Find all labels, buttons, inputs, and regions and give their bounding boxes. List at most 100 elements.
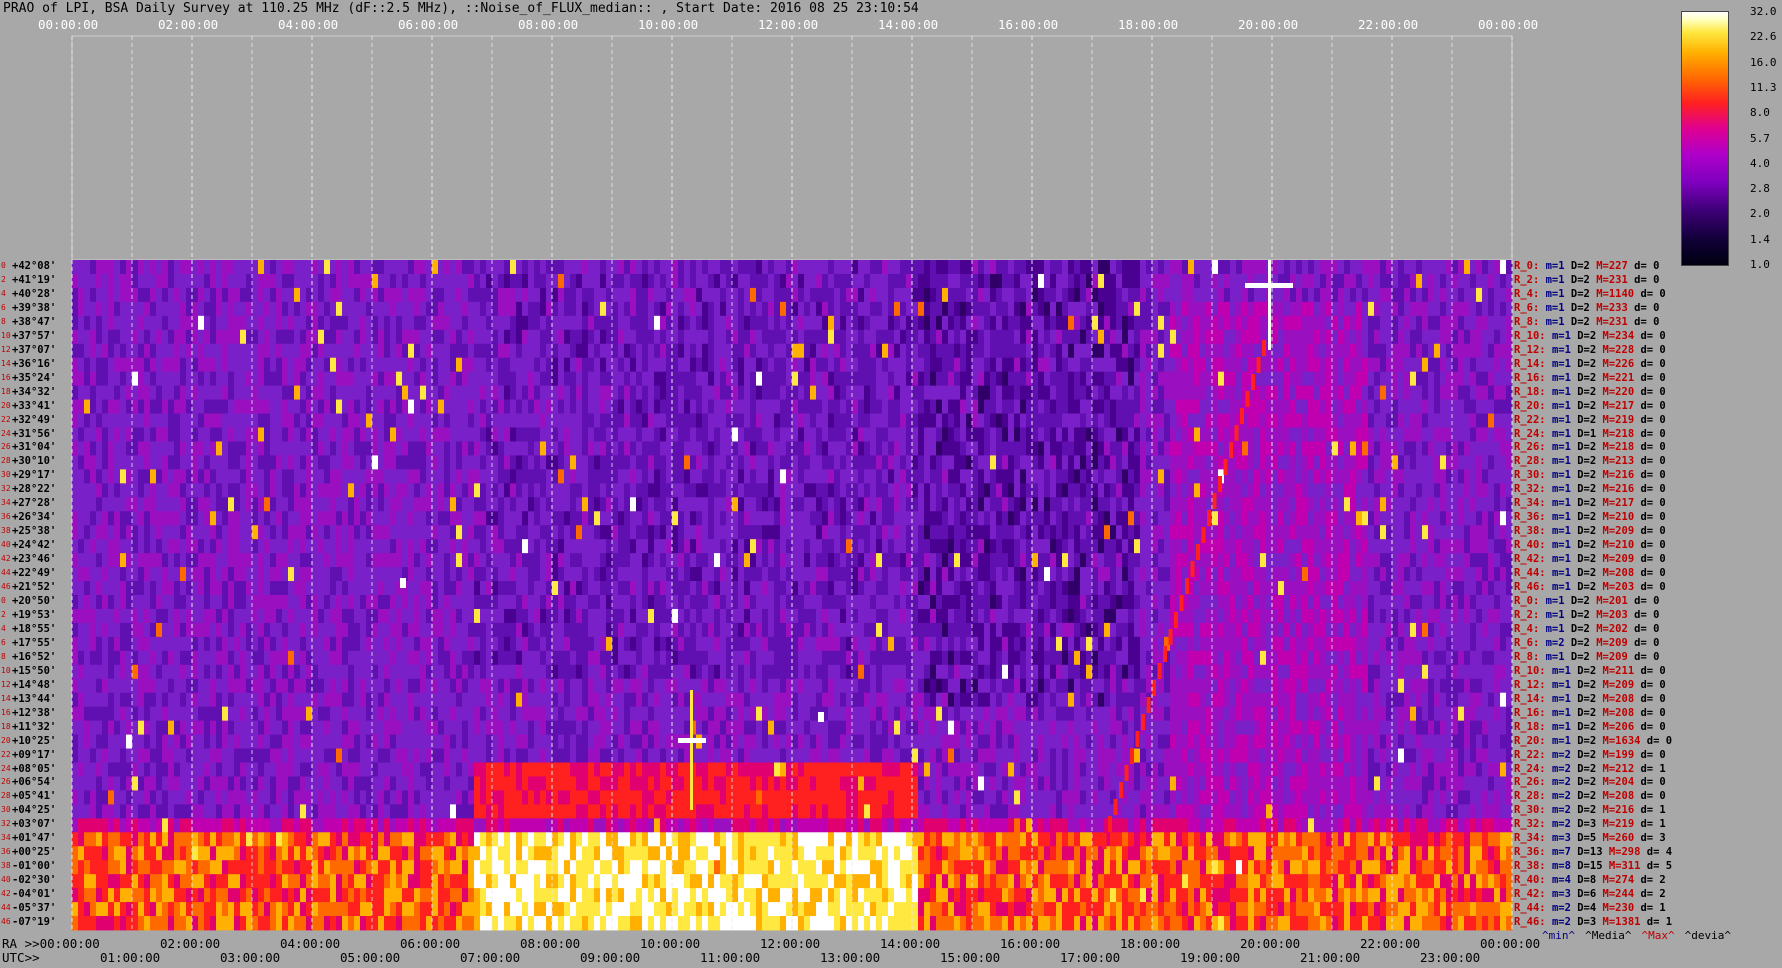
heatmap-cell <box>210 329 217 345</box>
heatmap-cell <box>264 483 271 498</box>
heatmap-cell <box>876 441 883 456</box>
heatmap-cell <box>606 525 613 540</box>
heatmap-cell <box>252 371 259 387</box>
heatmap-cell <box>1296 511 1303 526</box>
heatmap-cell <box>138 455 145 470</box>
heatmap-cell <box>972 287 979 303</box>
heatmap-cell <box>660 273 667 289</box>
heatmap-cell <box>786 455 793 470</box>
heatmap-cell <box>1284 301 1291 317</box>
heatmap-cell <box>306 441 313 456</box>
heatmap-cell <box>864 273 871 289</box>
heatmap-cell <box>1452 287 1459 303</box>
heatmap-cell <box>168 385 175 400</box>
heatmap-cell <box>366 315 373 331</box>
heatmap-cell <box>1224 511 1231 526</box>
heatmap-cell <box>996 539 1003 554</box>
heatmap-cell <box>1194 469 1201 484</box>
heatmap-cell <box>1002 525 1009 540</box>
heatmap-cell <box>918 413 925 428</box>
heatmap-cell <box>786 343 793 359</box>
heatmap-cell <box>756 357 763 373</box>
heatmap-cell <box>954 385 961 400</box>
heatmap-cell <box>1176 357 1183 373</box>
heatmap-cell <box>840 511 847 526</box>
heatmap-cell <box>684 497 691 512</box>
heatmap-cell <box>756 385 763 400</box>
heatmap-cell <box>1278 385 1285 400</box>
heatmap-cell <box>732 539 739 554</box>
heatmap-cell <box>1344 455 1351 470</box>
heatmap-cell <box>714 455 721 470</box>
heatmap-cell <box>876 455 883 470</box>
heatmap-cell <box>300 511 307 526</box>
heatmap-cell <box>888 427 895 442</box>
heatmap-cell <box>1020 315 1027 331</box>
heatmap-cell <box>366 301 373 317</box>
heatmap-cell <box>744 497 751 512</box>
heatmap-cell <box>1074 427 1081 442</box>
heatmap-cell <box>1128 371 1135 387</box>
heatmap-cell <box>1296 455 1303 470</box>
heatmap-cell <box>966 511 973 526</box>
heatmap-cell <box>774 497 781 512</box>
heatmap-cell <box>576 371 583 387</box>
heatmap-cell <box>1182 399 1189 414</box>
heatmap-cell <box>1116 329 1123 345</box>
heatmap-cell <box>588 525 595 540</box>
heatmap-cell <box>1278 497 1285 512</box>
heatmap-cell <box>420 413 427 428</box>
heatmap-cell <box>510 385 517 400</box>
heatmap-cell <box>1152 427 1159 442</box>
heatmap-cell <box>552 301 559 317</box>
heatmap-cell <box>882 371 889 387</box>
heatmap-cell <box>444 287 451 303</box>
heatmap-cell <box>1428 441 1435 456</box>
heatmap-cell <box>756 413 763 428</box>
heatmap-cell <box>216 343 223 359</box>
heatmap-cell <box>204 315 211 331</box>
heatmap-cell <box>966 343 973 359</box>
heatmap-cell <box>378 343 385 359</box>
heatmap-cell <box>1230 371 1237 387</box>
heatmap-cell <box>564 329 571 345</box>
heatmap-cell <box>1020 329 1027 345</box>
heatmap-cell <box>708 371 715 387</box>
heatmap-cell <box>228 497 235 512</box>
heatmap-cell <box>378 399 385 414</box>
heatmap-cell <box>1038 399 1045 414</box>
heatmap-cell <box>1098 483 1105 498</box>
heatmap-cell <box>492 483 499 498</box>
heatmap-cell <box>342 539 349 554</box>
heatmap-cell <box>1212 287 1219 303</box>
heatmap-cell <box>708 525 715 540</box>
heatmap-cell <box>774 413 781 428</box>
heatmap-cell <box>942 525 949 540</box>
heatmap-cell <box>1098 260 1105 275</box>
heatmap-cell <box>1098 329 1105 345</box>
heatmap-cell <box>102 329 109 345</box>
heatmap-cell <box>480 301 487 317</box>
heatmap-cell <box>912 469 919 484</box>
heatmap-cell <box>1170 539 1177 554</box>
heatmap-cell <box>672 441 679 456</box>
heatmap-cell <box>936 497 943 512</box>
heatmap-cell <box>1176 441 1183 456</box>
heatmap-cell <box>84 413 91 428</box>
heatmap-cell <box>1434 399 1441 414</box>
heatmap-cell <box>420 469 427 484</box>
heatmap-cell <box>720 525 727 540</box>
heatmap-cell <box>402 287 409 303</box>
heatmap-cell <box>1170 329 1177 345</box>
heatmap-cell <box>906 385 913 400</box>
heatmap-cell <box>1122 343 1129 359</box>
heatmap-cell <box>846 287 853 303</box>
heatmap-cell <box>90 399 97 414</box>
heatmap-cell <box>438 469 445 484</box>
heatmap-cell <box>72 441 79 456</box>
heatmap-cell <box>600 357 607 373</box>
heatmap-cell <box>1320 399 1327 414</box>
heatmap-cell <box>198 483 205 498</box>
heatmap-cell <box>474 301 481 317</box>
heatmap-cell <box>858 525 865 540</box>
